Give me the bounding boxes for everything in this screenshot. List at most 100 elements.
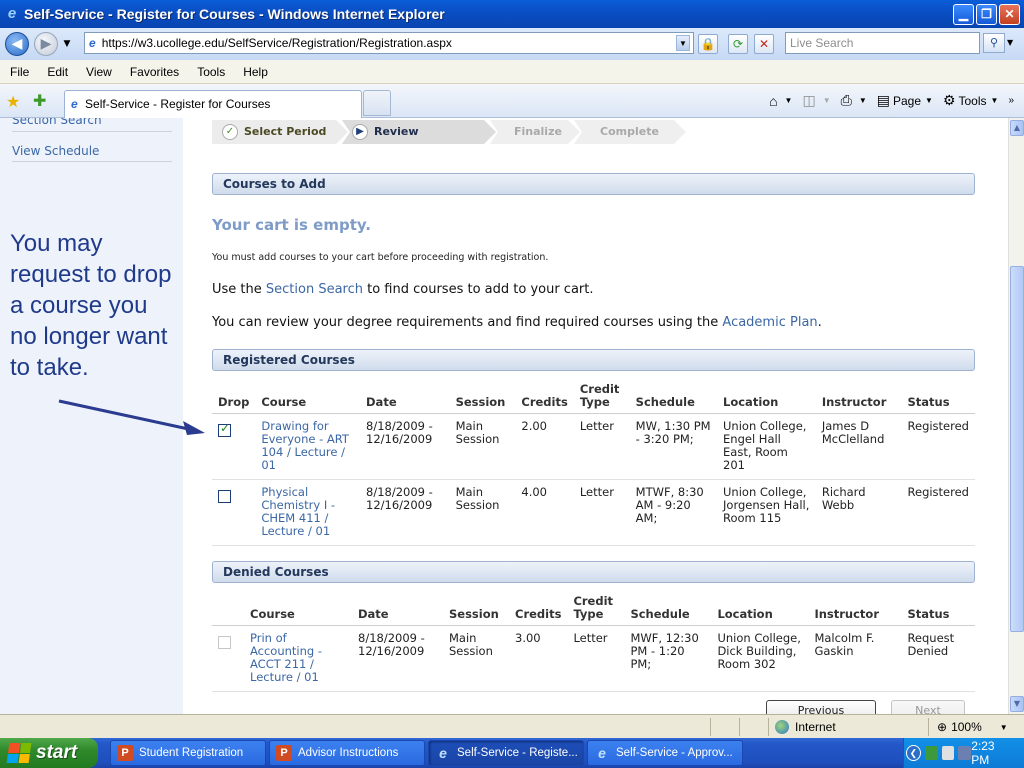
previous-button[interactable]: Previous [766,700,876,714]
col-drop: Drop [212,381,256,414]
display-icon[interactable] [958,746,972,760]
vertical-scrollbar[interactable]: ▲ ▼ [1008,118,1024,714]
ie-icon: e [598,745,606,761]
drop-cell [212,413,256,480]
menu-favorites[interactable]: Favorites [121,65,188,79]
menu-file[interactable]: File [0,65,38,79]
feeds-button[interactable]: ◫ ▼ [802,92,830,109]
address-bar[interactable]: e https://w3.ucollege.edu/SelfService/Re… [84,32,694,54]
new-tab-button[interactable] [363,90,391,116]
back-button[interactable]: ◀ [5,32,29,56]
step-review-schedule[interactable]: ▶ Review Schedule [342,120,496,144]
denied-courses-table: Course Date Session Credits Credit Type … [212,593,975,692]
minimize-button[interactable]: ▁ [953,3,974,25]
schedule-cell: MWF, 12:30 PM - 1:20 PM; [624,625,712,692]
tab-self-service[interactable]: e Self-Service - Register for Courses [64,90,362,118]
network-icon[interactable] [924,746,938,760]
col-instructor: Instructor [815,381,902,414]
arrow-shaft [58,399,194,432]
scroll-down-icon[interactable]: ▼ [1010,696,1024,712]
favorites-star-icon[interactable]: ★ [6,92,20,111]
step-select-period[interactable]: ✓ Select Period [212,120,348,144]
status-cell: Registered [901,479,975,546]
col-location: Location [717,381,816,414]
course-link[interactable]: Prin of Accounting - ACCT 211 / Lecture … [250,631,322,684]
clock: 2:23 PM [971,739,995,767]
credit-type-cell: Letter [573,479,630,546]
col-schedule: Schedule [624,593,712,626]
date-cell: 8/18/2009 - 12/16/2009 [360,413,450,480]
col-credit-type: Credit Type [567,593,625,626]
menu-tools[interactable]: Tools [188,65,234,79]
drop-checkbox[interactable] [218,422,231,437]
zoom-control[interactable]: ⊕ 100% ▼ [928,718,1008,736]
sidebar-item-view-schedule[interactable]: View Schedule [12,144,99,158]
search-icon[interactable]: ⚲ [983,33,1005,53]
history-dropdown-icon[interactable]: ▼ [61,39,73,49]
col-blank [212,593,244,626]
home-button[interactable]: ⌂ ▼ [769,93,792,109]
drop-checkbox[interactable] [218,490,231,503]
status-divider [739,718,740,736]
course-link[interactable]: Physical Chemistry I - CHEM 411 / Lectur… [261,485,335,538]
col-status: Status [901,381,975,414]
taskbar-item-advisor-instructions[interactable]: P Advisor Instructions [269,740,425,766]
maximize-button[interactable]: ❐ [976,3,997,25]
next-button[interactable]: Next [891,700,965,714]
sidebar-item-section-search[interactable]: Section Search [12,118,172,132]
step-complete: Complete [574,120,686,144]
page-menu-button[interactable]: ▤ Page ▼ [877,92,933,109]
refresh-icon[interactable]: ⟳ [728,34,748,54]
add-favorite-icon[interactable]: ✚ [33,91,46,110]
scroll-thumb[interactable] [1010,266,1024,632]
menu-bar: File Edit View Favorites Tools Help [0,60,1024,84]
toolbar-overflow-icon[interactable]: » [1008,95,1014,106]
step-label: Finalize [514,125,562,138]
session-cell: Main Session [449,413,516,480]
instructor-cell: Richard Webb [815,479,902,546]
step-label: Complete [600,125,659,138]
status-cell: Request Denied [901,625,975,692]
menu-help[interactable]: Help [234,65,277,79]
menu-view[interactable]: View [77,65,121,79]
stop-icon[interactable]: ✕ [754,34,774,54]
tab-title: Self-Service - Register for Courses [85,97,271,111]
search-input[interactable]: Live Search [785,32,980,54]
security-zone[interactable]: Internet [768,718,836,736]
taskbar-item-student-registration[interactable]: P Student Registration [110,740,266,766]
section-search-link[interactable]: Section Search [266,282,363,297]
address-dropdown-icon[interactable]: ▼ [676,35,690,51]
scroll-up-icon[interactable]: ▲ [1010,120,1024,136]
command-bar: ⌂ ▼ ◫ ▼ ⎙ ▼ ▤ Page ▼ ⚙ Tools ▼ » [759,92,1014,109]
tools-menu-button[interactable]: ⚙ Tools ▼ [943,92,999,109]
volume-icon[interactable] [941,746,955,760]
forward-button[interactable]: ▶ [34,32,58,56]
start-label: start [36,742,78,763]
course-cell: Drawing for Everyone - ART 104 / Lecture… [255,413,361,480]
start-button[interactable]: start [0,738,98,768]
hint-text: to find courses to add to your cart. [362,282,594,297]
ie-icon: e [439,745,447,761]
print-button[interactable]: ⎙ ▼ [841,92,867,109]
academic-plan-link[interactable]: Academic Plan [722,315,817,330]
registered-courses-header: Registered Courses [212,349,975,371]
taskbar-item-self-service-approve[interactable]: e Self-Service - Approv... [587,740,743,766]
main-panel: ✓ Select Period ▶ Review Schedule Finalize… [183,118,1008,714]
section-search-hint: Use the Section Search to find courses t… [212,282,594,297]
close-button[interactable]: ✕ [999,3,1020,25]
session-cell: Main Session [443,625,509,692]
search-dropdown-icon[interactable]: ▼ [1007,38,1013,47]
col-schedule: Schedule [629,381,718,414]
drop-checkbox-disabled [218,636,231,649]
step-label: Select Period [244,125,327,138]
hint-text: Use the [212,282,266,297]
registered-courses-table: Drop Course Date Session Credits Credit … [212,381,975,546]
cart-note: You must add courses to your cart before… [212,252,549,263]
menu-edit[interactable]: Edit [38,65,77,79]
tray-expand-icon[interactable]: ❮ [906,745,921,761]
course-link[interactable]: Drawing for Everyone - ART 104 / Lecture… [261,419,349,472]
taskbar-item-self-service-register[interactable]: e Self-Service - Registe... [428,740,584,766]
academic-plan-hint: You can review your degree requirements … [212,315,822,330]
course-cell: Prin of Accounting - ACCT 211 / Lecture … [244,625,352,692]
lock-icon[interactable]: 🔒 [698,34,718,54]
